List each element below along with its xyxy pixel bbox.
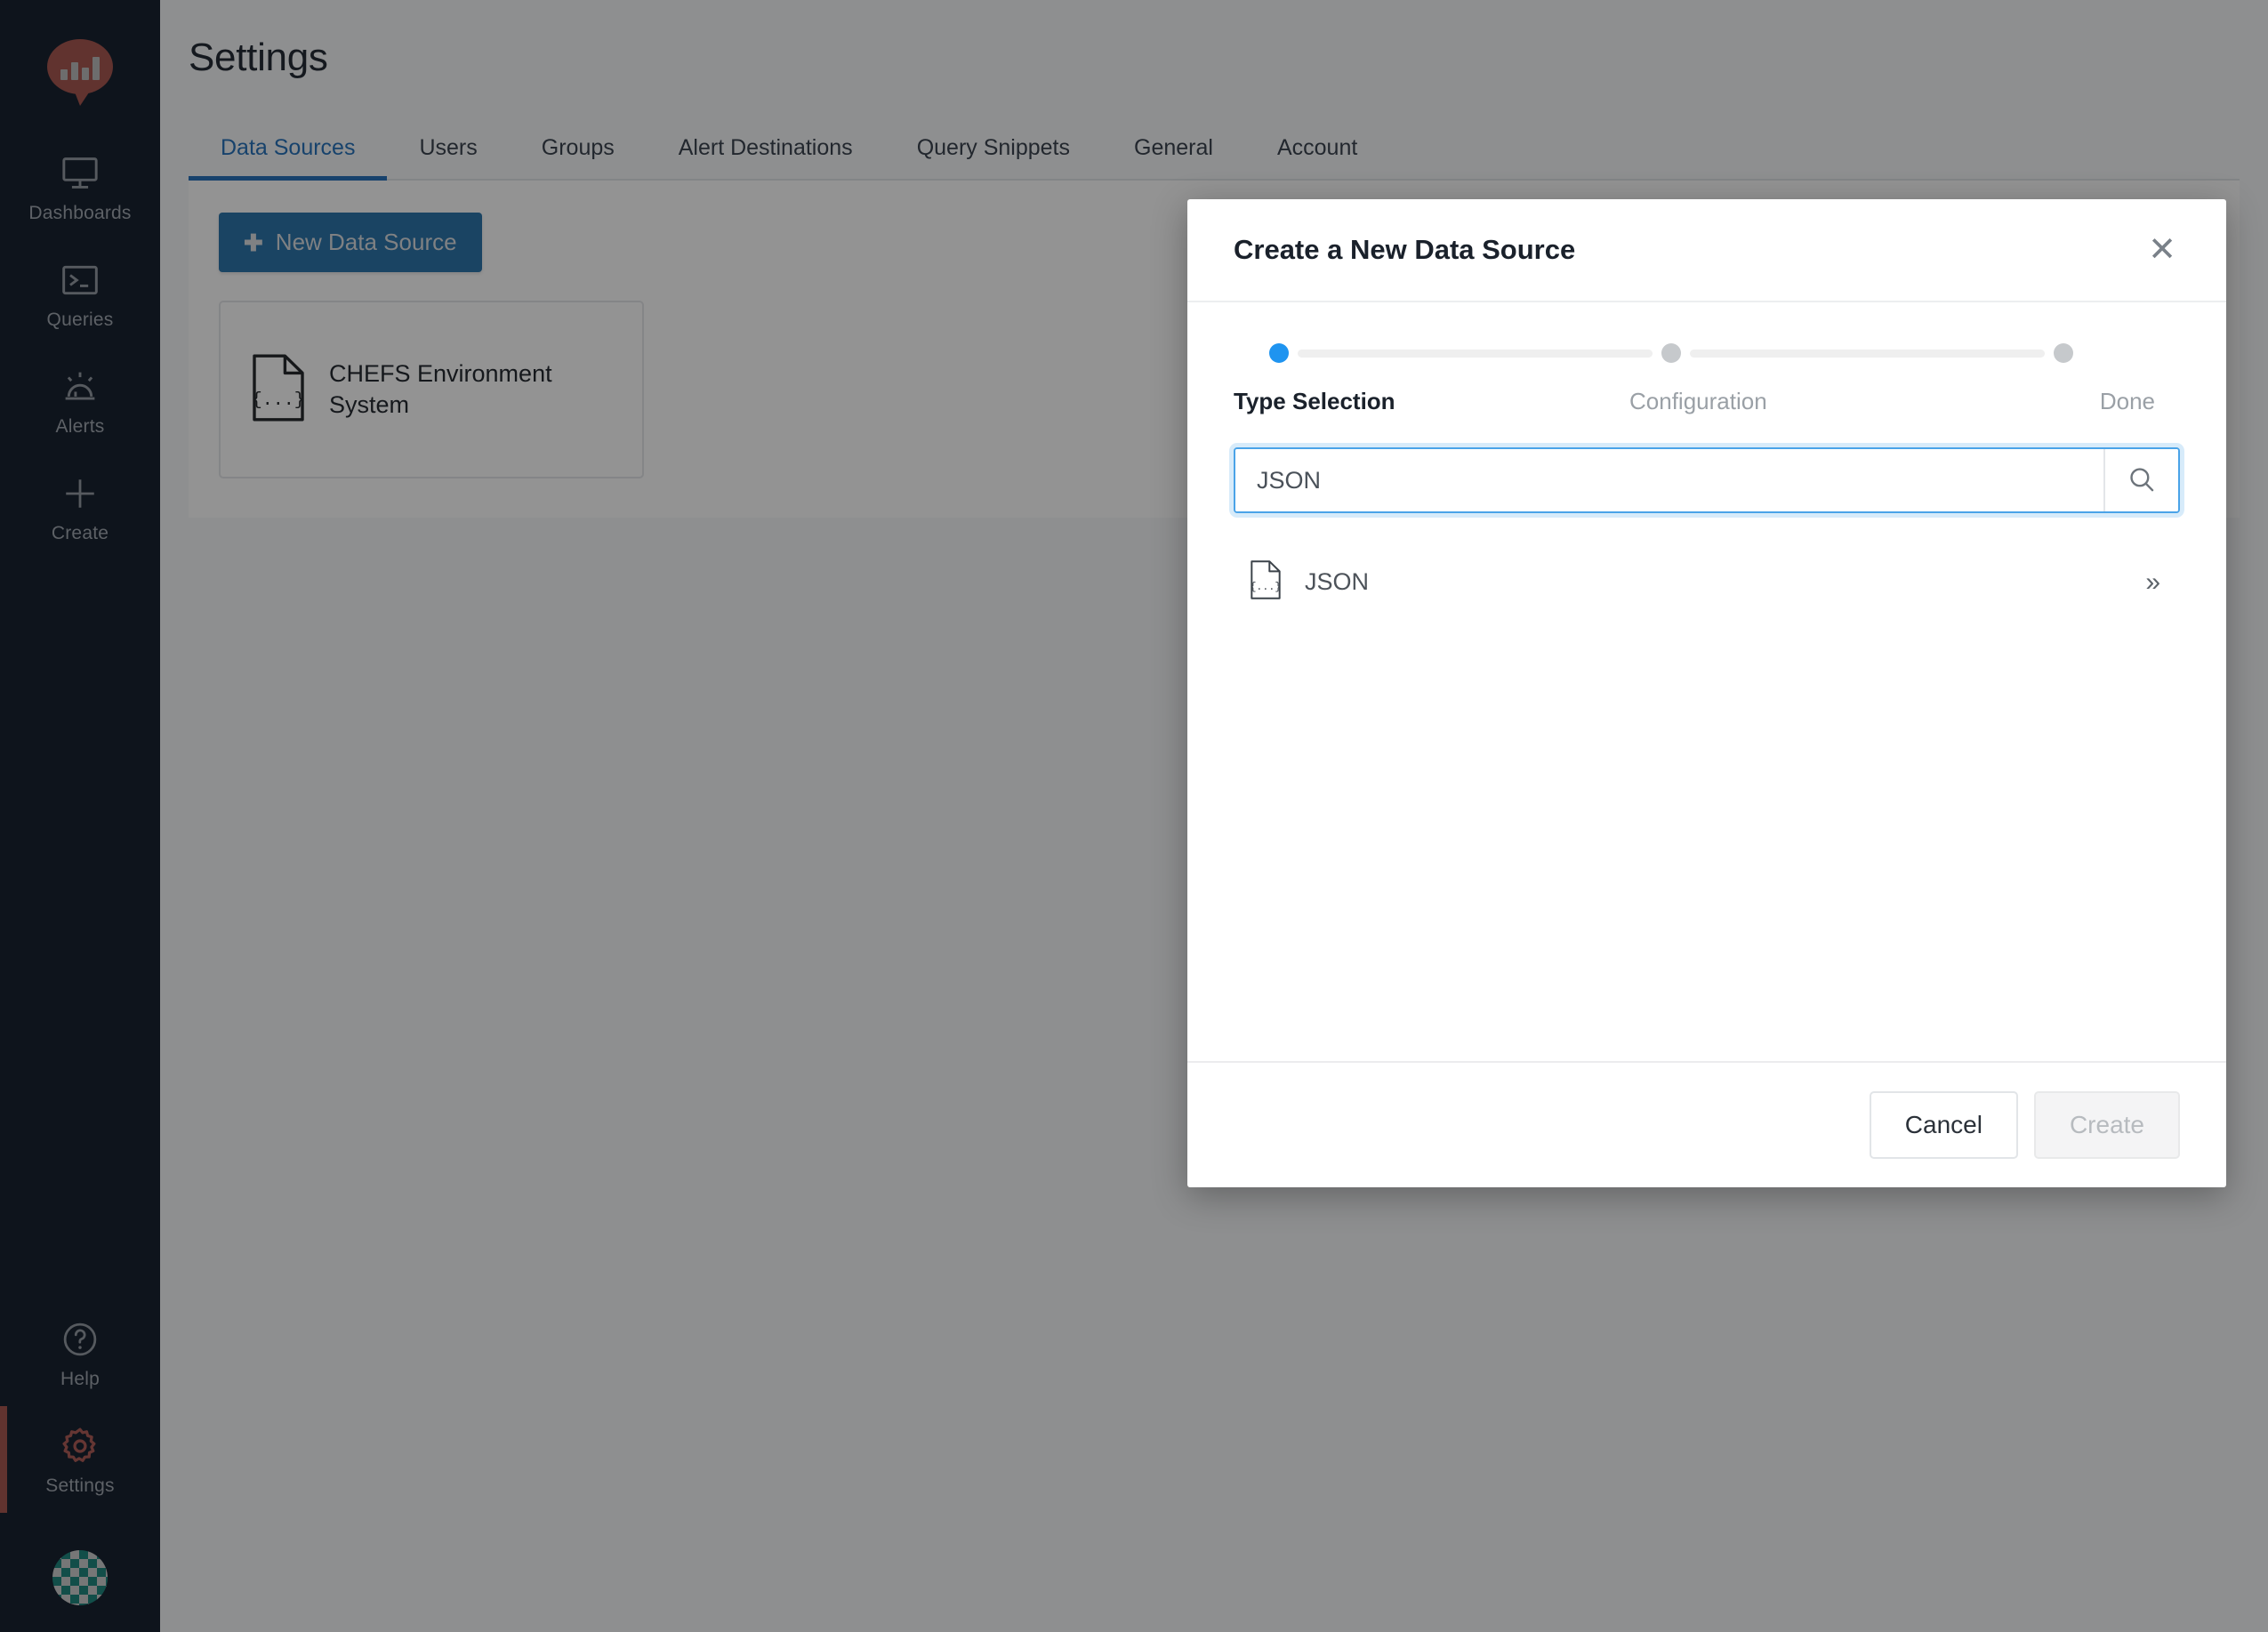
modal-footer: Cancel Create bbox=[1187, 1061, 2226, 1187]
type-results-list: {...} JSON » bbox=[1234, 545, 2180, 619]
cancel-button[interactable]: Cancel bbox=[1869, 1091, 2018, 1159]
modal-title: Create a New Data Source bbox=[1234, 234, 1576, 265]
modal-header: Create a New Data Source ✕ bbox=[1187, 199, 2226, 302]
chevron-double-right-icon[interactable]: » bbox=[2145, 568, 2160, 596]
step-dot-configuration[interactable] bbox=[1661, 343, 1681, 363]
list-item-label: JSON bbox=[1305, 568, 1370, 595]
step-label-configuration: Configuration bbox=[1629, 388, 1767, 414]
stepper-track bbox=[1234, 343, 2180, 363]
step-dot-done[interactable] bbox=[2054, 343, 2073, 363]
type-search-box bbox=[1234, 447, 2180, 513]
create-data-source-modal: Create a New Data Source ✕ Type Selectio… bbox=[1187, 199, 2226, 1187]
search-button[interactable] bbox=[2103, 449, 2178, 511]
app-root: Dashboards Queries Alerts Create Help Se… bbox=[0, 0, 2268, 1632]
step-line-1 bbox=[1298, 349, 1653, 358]
modal-body: Type Selection Configuration Done JSON {… bbox=[1187, 302, 2226, 1061]
step-line-2 bbox=[1690, 349, 2045, 358]
step-label-done: Done bbox=[2099, 388, 2156, 414]
svg-text:{...}: {...} bbox=[1250, 582, 1281, 593]
step-dot-type-selection[interactable] bbox=[1269, 343, 1289, 363]
search-icon bbox=[2127, 464, 2157, 497]
stepper-labels: Type Selection Configuration Done bbox=[1234, 388, 2180, 415]
list-item[interactable]: {...} JSON » bbox=[1234, 545, 2180, 619]
wizard-stepper: Type Selection Configuration Done bbox=[1234, 333, 2180, 415]
step-label-type-selection: Type Selection bbox=[1234, 388, 1395, 414]
close-icon[interactable]: ✕ bbox=[2141, 229, 2184, 270]
search-input[interactable] bbox=[1235, 449, 2103, 511]
json-file-icon: {...} bbox=[1250, 559, 1282, 605]
create-button[interactable]: Create bbox=[2033, 1091, 2180, 1159]
